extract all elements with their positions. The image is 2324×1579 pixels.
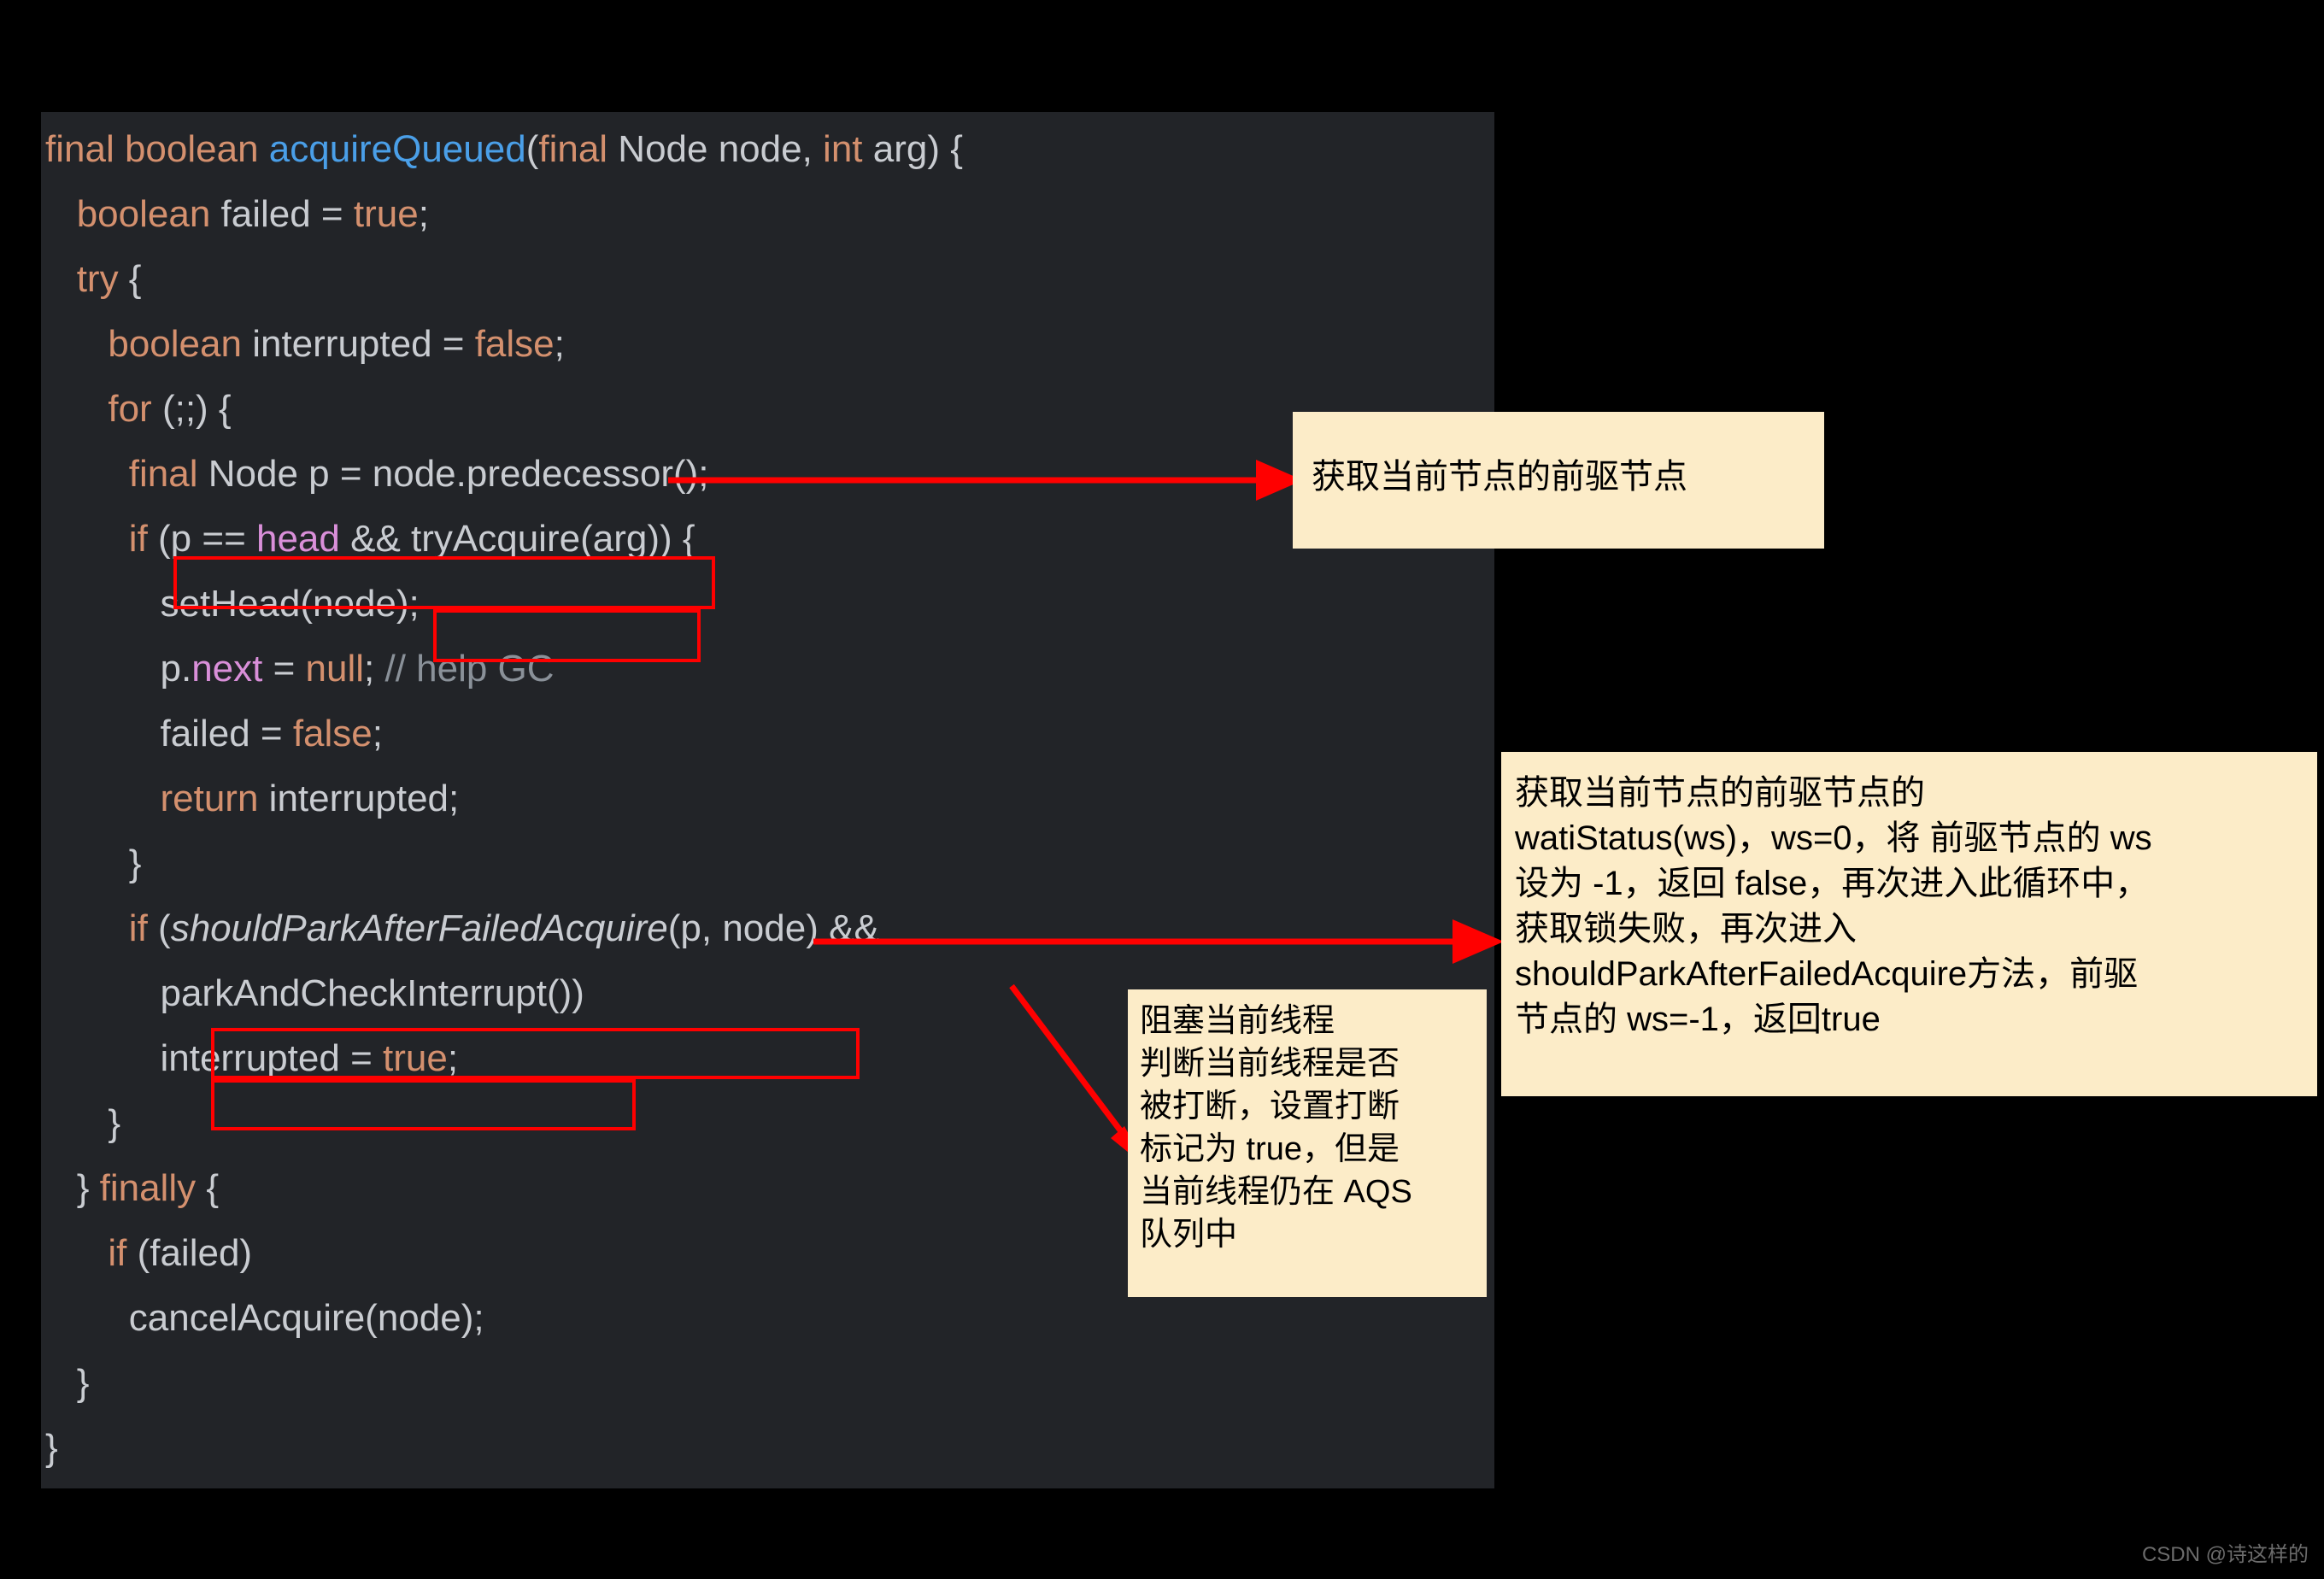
code-line-12: } [128, 842, 142, 884]
highlight-box-tryacquire-call [433, 609, 701, 662]
code-line-1: final boolean acquireQueued(final Node n… [45, 128, 963, 170]
code-line-4: boolean interrupted = false; [108, 323, 565, 365]
highlight-box-shouldpark-line [211, 1028, 860, 1079]
code-line-18: if (failed) [108, 1232, 253, 1274]
code-line-5: for (;;) { [108, 388, 232, 430]
callout-park: 阻塞当前线程 判断当前线程是否 被打断，设置打断 标记为 true，但是 当前线… [1128, 989, 1487, 1297]
code-listing: final boolean acquireQueued(final Node n… [41, 112, 963, 1481]
code-line-19: cancelAcquire(node); [128, 1297, 484, 1339]
callout-waitstatus: 获取当前节点的前驱节点的 watiStatus(ws)，ws=0，将 前驱节点的… [1501, 752, 2317, 1096]
code-line-21: } [45, 1427, 58, 1469]
callout-predecessor: 获取当前节点的前驱节点 [1293, 412, 1824, 549]
code-line-17: } finally { [76, 1167, 220, 1209]
highlight-box-predecessor-line [173, 556, 715, 609]
code-line-13: if (shouldParkAfterFailedAcquire(p, node… [128, 907, 879, 949]
code-line-3: try { [76, 258, 142, 300]
highlight-box-parkcheck-line [211, 1079, 636, 1130]
code-line-2: boolean failed = true; [76, 193, 429, 235]
code-line-20: } [76, 1362, 90, 1404]
code-line-6: final Node p = node.predecessor(); [128, 453, 709, 495]
watermark: CSDN @诗这样的 [2141, 1543, 2309, 1566]
code-line-14: parkAndCheckInterrupt()) [160, 972, 584, 1014]
code-line-10: failed = false; [160, 713, 384, 754]
code-line-11: return interrupted; [160, 778, 460, 819]
